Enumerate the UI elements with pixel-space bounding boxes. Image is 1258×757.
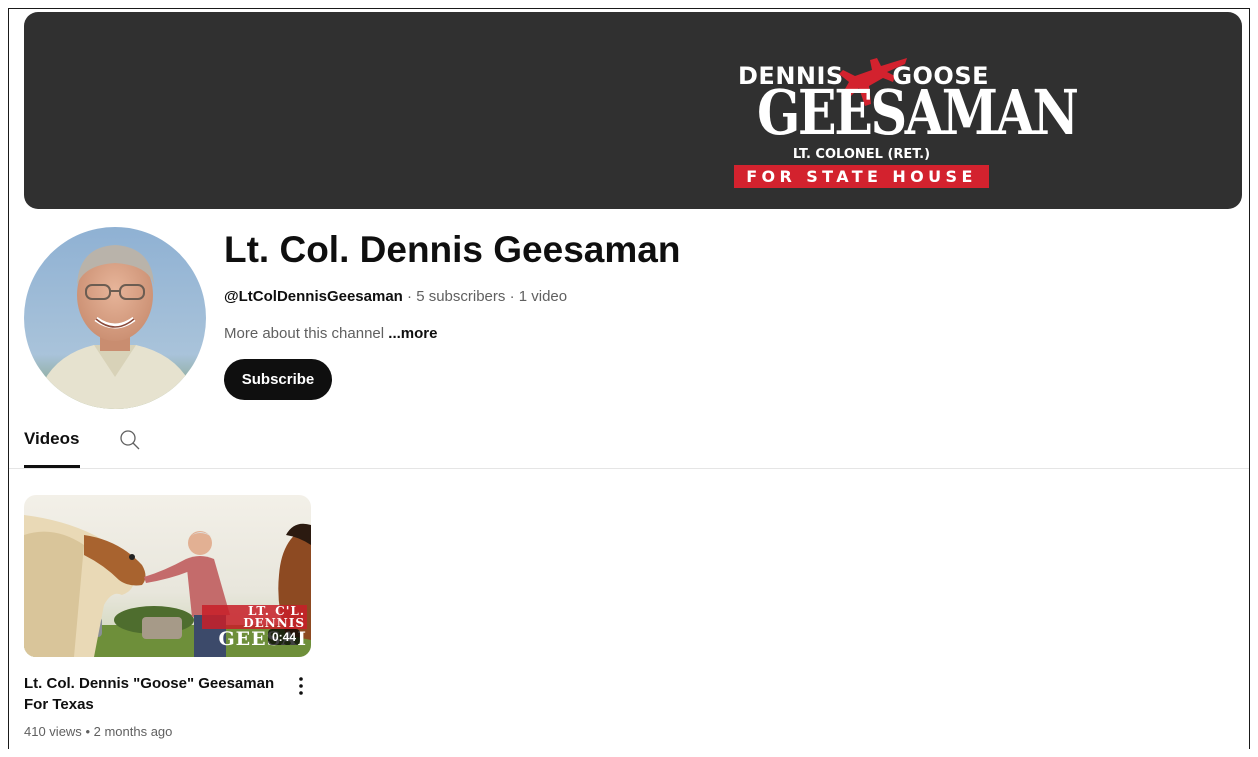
channel-handle: @LtColDennisGeesaman [224,288,403,305]
video-views: 410 views [24,724,82,739]
tab-videos[interactable]: Videos [24,429,79,449]
channel-banner: DENNIS GOOSE GEESAMAN LT. COLONEL (RET.)… [24,12,1242,209]
channel-avatar [24,227,206,409]
video-card[interactable]: LT. C'L. DENNIS GEESAI 0:44 Lt. Col. Den… [24,495,311,745]
channel-about[interactable]: More about this channel ...more [224,325,437,342]
subscribe-button[interactable]: Subscribe [224,359,332,400]
campaign-logo: DENNIS GOOSE GEESAMAN LT. COLONEL (RET.)… [734,32,1079,192]
avatar-portrait [24,227,206,409]
tabs-divider [9,468,1249,469]
about-more-link[interactable]: ...more [388,325,437,342]
channel-page: DENNIS GOOSE GEESAMAN LT. COLONEL (RET.)… [8,8,1250,749]
channel-meta: @LtColDennisGeesaman · 5 subscribers · 1… [224,288,568,305]
channel-title: Lt. Col. Dennis Geesaman [224,229,681,270]
video-duration-badge: 0:44 [267,629,300,645]
video-title[interactable]: Lt. Col. Dennis "Goose" Geesaman For Tex… [24,673,279,715]
logo-office: FOR STATE HOUSE [734,165,989,188]
video-thumbnail[interactable]: LT. C'L. DENNIS GEESAI 0:44 [24,495,311,657]
logo-rank: LT. COLONEL (RET.) [792,147,931,162]
video-count: 1 video [518,288,568,305]
search-icon[interactable] [118,428,142,452]
video-age: 2 months ago [93,724,173,739]
logo-surname: GEESAMAN [756,76,1079,149]
more-vert-icon[interactable] [289,674,313,698]
about-text: More about this channel [224,325,385,342]
video-meta: 410 views • 2 months ago [24,724,173,739]
subscriber-count: 5 subscribers [416,288,506,305]
